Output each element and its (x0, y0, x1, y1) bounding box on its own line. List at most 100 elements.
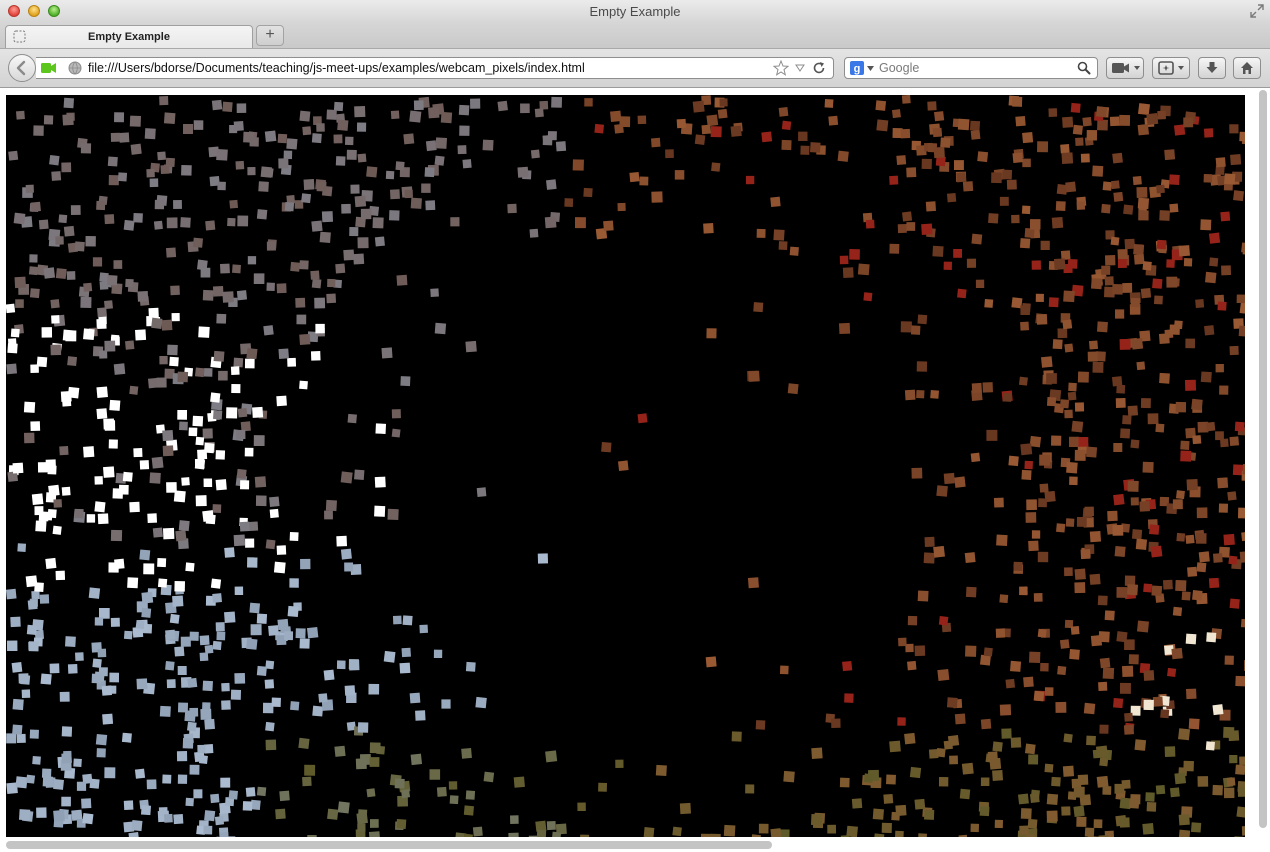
pixel-particle (458, 104, 470, 116)
pixel-particle (1169, 324, 1180, 335)
search-icon[interactable] (1077, 61, 1091, 75)
pixel-particle (354, 469, 365, 480)
pixel-particle (203, 442, 215, 454)
pixel-particle (424, 167, 435, 178)
pixel-particle (1239, 756, 1245, 766)
webcam-pixels-canvas[interactable] (6, 95, 1245, 837)
pixel-particle (295, 628, 306, 639)
pixel-particle (1099, 724, 1109, 734)
pixel-particle (1112, 524, 1124, 536)
pixel-particle (335, 156, 346, 166)
horizontal-scrollbar[interactable] (6, 841, 772, 849)
pixel-particle (203, 368, 213, 377)
pixel-particle (1241, 825, 1245, 836)
pixel-particle (356, 812, 368, 825)
back-button[interactable] (8, 54, 36, 82)
pixel-particle (583, 187, 593, 198)
pixel-particle (240, 480, 250, 490)
pixel-particle (1157, 110, 1166, 120)
pixel-particle (98, 315, 107, 325)
pixel-particle (390, 110, 400, 120)
pixel-particle (615, 759, 624, 768)
pixel-particle (401, 647, 411, 658)
history-dropdown-icon[interactable] (795, 64, 805, 72)
pixel-particle (639, 176, 649, 186)
pixel-particle (128, 832, 140, 837)
pixel-particle (49, 663, 60, 674)
pixel-particle (1121, 779, 1131, 790)
pixel-particle (1188, 718, 1200, 730)
vertical-scrollbar[interactable] (1259, 90, 1267, 828)
pixel-particle (902, 211, 913, 222)
pixel-particle (1192, 590, 1203, 601)
pixel-particle (265, 721, 275, 732)
pixel-particle (603, 220, 614, 232)
pixel-particle (1236, 806, 1245, 818)
pixel-particle (1060, 144, 1070, 154)
pixel-particle (1215, 363, 1224, 373)
pixel-particle (1059, 399, 1070, 409)
pixel-particle (900, 128, 911, 139)
pixel-particle (865, 219, 875, 229)
home-button[interactable] (1233, 57, 1261, 79)
video-camera-icon (1112, 63, 1140, 73)
pixel-particle (59, 445, 69, 456)
pixel-particle (1076, 516, 1087, 527)
engine-dropdown-icon[interactable] (867, 66, 874, 71)
pixel-particle (18, 673, 29, 684)
pixel-particle (350, 184, 360, 194)
pixel-particle (248, 521, 259, 532)
pixel-particle (842, 660, 853, 672)
pixel-particle (29, 254, 38, 263)
pixel-particle (1181, 591, 1191, 601)
pixel-particle (1078, 436, 1089, 447)
pixel-particle (851, 798, 863, 809)
pixel-particle (838, 322, 851, 335)
pixel-particle (1068, 436, 1080, 448)
pixel-particle (1074, 449, 1086, 461)
pixel-particle (1223, 726, 1235, 739)
pixel-particle (994, 819, 1004, 829)
pixel-particle (1055, 201, 1066, 212)
search-input[interactable] (879, 60, 1069, 76)
pixel-particle (202, 680, 213, 692)
pixel-particle (778, 241, 788, 251)
pixel-particle (1183, 760, 1194, 772)
pixel-particle (311, 220, 323, 232)
search-bar[interactable]: g (844, 57, 1098, 79)
pixel-particle (463, 805, 474, 816)
pixel-particle (400, 376, 411, 387)
new-tab-button[interactable]: + (256, 25, 284, 46)
pixel-particle (35, 520, 47, 532)
camera-menu-button[interactable] (1106, 57, 1144, 79)
pixel-particle (1002, 169, 1013, 180)
pixel-particle (166, 482, 177, 493)
pixel-particle (989, 757, 1002, 770)
pixel-particle (730, 125, 742, 137)
pixel-particle (165, 247, 177, 258)
pixel-particle (268, 625, 279, 636)
address-bar[interactable]: file:///Users/bdorse/Documents/teaching/… (36, 57, 834, 79)
pixel-particle (66, 271, 76, 280)
pixel-particle (286, 138, 298, 150)
pixel-particle (1124, 639, 1135, 650)
pixel-particle (236, 468, 247, 479)
star-icon[interactable] (773, 60, 789, 76)
reload-icon[interactable] (812, 61, 826, 75)
pixel-particle (396, 274, 408, 286)
pixel-particle (125, 340, 135, 350)
pixel-particle (1135, 538, 1148, 550)
pixel-particle (104, 214, 115, 225)
screenshot-menu-button[interactable] (1152, 57, 1190, 79)
fullscreen-icon[interactable] (1250, 4, 1264, 18)
google-icon[interactable]: g (850, 61, 864, 75)
pixel-particle (598, 782, 608, 792)
pixel-particle (232, 264, 241, 274)
pixel-particle (895, 804, 907, 817)
pixel-particle (143, 563, 155, 575)
pixel-particle (1020, 321, 1030, 331)
pixel-particle (228, 790, 238, 800)
downloads-button[interactable] (1198, 57, 1226, 79)
pixel-particle (13, 212, 26, 225)
tab-empty-example[interactable]: Empty Example (5, 25, 253, 48)
